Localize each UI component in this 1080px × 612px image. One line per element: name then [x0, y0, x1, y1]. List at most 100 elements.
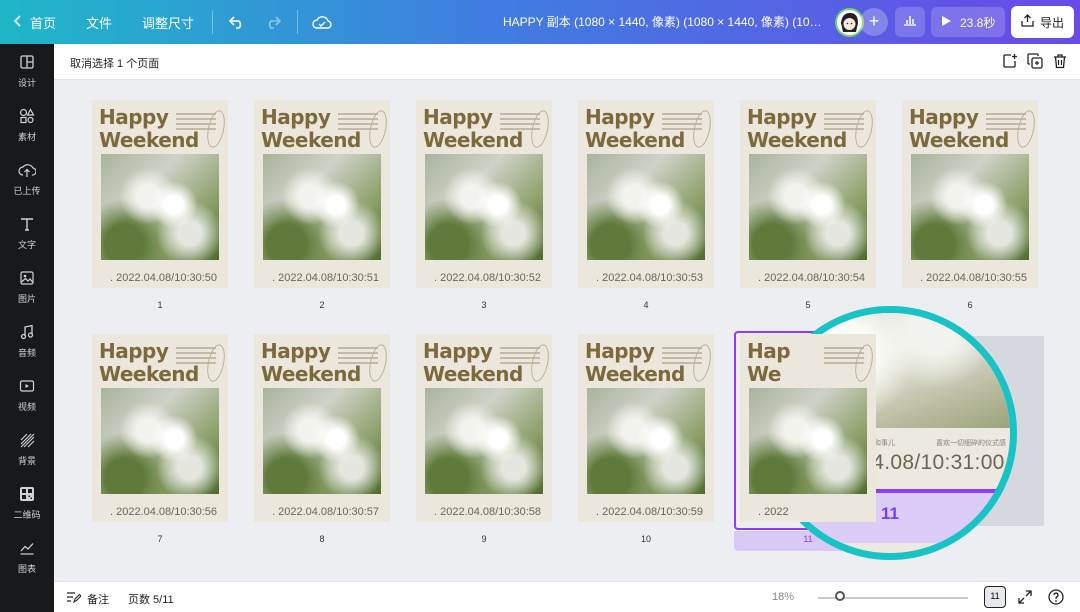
page-preview[interactable]: Happy Weekend. 2022.04.08/10:30:59	[578, 334, 714, 522]
grid-view-button[interactable]: 11	[984, 586, 1006, 608]
left-sidebar: 设计 素材 已上传 文字 图片 音频 视频 背景 二维码 图表	[0, 44, 54, 612]
page-thumbnail[interactable]: Happy Weekend. 2022.04.08/10:30:50 1	[92, 100, 228, 315]
page-preview[interactable]: Happy Weekend. 2022.04.08/10:30:58	[416, 334, 552, 522]
sidebar-item-text[interactable]: 文字	[0, 206, 54, 260]
page-number: 3	[481, 300, 487, 310]
flower-photo	[101, 154, 219, 260]
sidebar-item-label: 图表	[17, 563, 36, 574]
page-number: 7	[157, 534, 163, 544]
video-icon	[19, 378, 35, 396]
sidebar-item-label: 素材	[17, 131, 36, 142]
sidebar-item-label: 图片	[17, 293, 36, 304]
trash-icon[interactable]	[1052, 53, 1070, 71]
help-icon[interactable]	[1048, 589, 1064, 610]
notes-icon[interactable]	[66, 590, 82, 609]
poster-timestamp: . 2022.04.08/10:30:56	[110, 506, 218, 518]
add-collaborator-button[interactable]: +	[860, 8, 888, 36]
page-counter: 页数 5/11	[128, 594, 174, 606]
zoom-level[interactable]: 18%	[772, 591, 794, 603]
page-thumbnail[interactable]: Happy Weekend. 2022.04.08/10:30:57 8	[254, 334, 390, 549]
page-number: 6	[967, 300, 973, 310]
caption-right: 喜欢一切细碎的仪式感	[936, 440, 1006, 447]
poster-timestamp: . 2022.04.08/10:30:57	[272, 506, 380, 518]
sidebar-item-video[interactable]: 视频	[0, 368, 54, 422]
document-title[interactable]: HAPPY 副本 (1080 × 1440, 像素) (1080 × 1440,…	[503, 0, 823, 44]
music-icon	[19, 324, 35, 342]
poster-title: Hap We	[747, 339, 791, 386]
page-preview[interactable]: Happy Weekend. 2022.04.08/10:30:56	[92, 334, 228, 522]
home-button[interactable]: 首页	[0, 0, 68, 44]
undo-icon[interactable]	[219, 0, 255, 44]
share-icon	[1021, 14, 1034, 30]
add-page-icon[interactable]	[1002, 53, 1020, 71]
sidebar-item-uploads[interactable]: 已上传	[0, 152, 54, 206]
flower-photo	[587, 388, 705, 494]
poster-timestamp: . 2022.04.08/10:30:54	[758, 272, 866, 284]
sidebar-item-label: 背景	[17, 455, 36, 466]
sidebar-item-photos[interactable]: 图片	[0, 260, 54, 314]
flower-photo	[425, 388, 543, 494]
poster-timestamp: . 2022.04.08/10:30:59	[596, 506, 704, 518]
page-number: 1	[157, 300, 163, 310]
page-preview[interactable]: Happy Weekend. 2022.04.08/10:30:54	[740, 100, 876, 288]
text-icon	[19, 216, 35, 234]
sidebar-item-label: 文字	[17, 239, 36, 250]
page-preview[interactable]: Happy Weekend. 2022.04.08/10:30:50	[92, 100, 228, 288]
page-thumbnail[interactable]: Happy Weekend. 2022.04.08/10:30:55 6	[902, 100, 1038, 315]
sidebar-item-label: 音频	[17, 347, 36, 358]
fullscreen-icon[interactable]	[1018, 590, 1032, 609]
flower-photo	[263, 388, 381, 494]
page-thumbnail[interactable]: Happy Weekend. 2022.04.08/10:30:52 3	[416, 100, 552, 315]
flower-photo	[587, 154, 705, 260]
page-number: 8	[319, 534, 325, 544]
poster-title-line1: Hap	[747, 339, 791, 363]
sidebar-item-audio[interactable]: 音频	[0, 314, 54, 368]
redo-icon[interactable]	[255, 0, 291, 44]
resize-menu[interactable]: 调整尺寸	[124, 0, 206, 44]
page-thumbnail[interactable]: Happy Weekend. 2022.04.08/10:30:51 2	[254, 100, 390, 315]
flower-photo	[263, 154, 381, 260]
page-preview[interactable]: Happy Weekend. 2022.04.08/10:30:57	[254, 334, 390, 522]
deselect-pages-button[interactable]: 取消选择 1 个页面	[70, 55, 159, 71]
page-preview[interactable]: Happy Weekend. 2022.04.08/10:30:52	[416, 100, 552, 288]
sidebar-item-label: 视频	[17, 401, 36, 412]
page-number: 5	[805, 300, 811, 310]
sidebar-item-label: 已上传	[13, 185, 41, 196]
page-thumbnail[interactable]: Happy Weekend. 2022.04.08/10:30:54 5	[740, 100, 876, 315]
image-icon	[19, 270, 35, 288]
sidebar-item-label: 二维码	[13, 509, 41, 520]
flower-photo	[425, 154, 543, 260]
cloud-saved-icon[interactable]	[304, 0, 340, 44]
poster-title-line2: We	[747, 362, 781, 386]
page-thumbnail[interactable]: Happy Weekend. 2022.04.08/10:30:58 9	[416, 334, 552, 549]
notes-button[interactable]: 备注	[87, 591, 109, 607]
duration-label: 23.8秒	[960, 15, 996, 30]
page-thumbnail[interactable]: Hap We . 2022 11	[740, 334, 876, 549]
page-preview[interactable]: Happy Weekend. 2022.04.08/10:30:53	[578, 100, 714, 288]
sidebar-item-label: 设计	[17, 77, 36, 88]
duplicate-page-icon[interactable]	[1027, 53, 1045, 71]
page-preview[interactable]: Happy Weekend. 2022.04.08/10:30:51	[254, 100, 390, 288]
insights-button[interactable]	[895, 7, 925, 37]
file-menu[interactable]: 文件	[68, 0, 124, 44]
export-button[interactable]: 导出	[1011, 6, 1074, 38]
page-preview[interactable]: Hap We . 2022	[740, 334, 876, 522]
bottom-bar: 备注 页数 5/11 18% 11	[54, 581, 1080, 612]
page-thumbnail[interactable]: Happy Weekend. 2022.04.08/10:30:56 7	[92, 334, 228, 549]
page-preview[interactable]: Happy Weekend. 2022.04.08/10:30:55	[902, 100, 1038, 288]
poster-timestamp: . 2022.04.08/10:30:58	[434, 506, 542, 518]
top-bar: 首页 文件 调整尺寸 HAPPY 副本 (1080 × 1440, 像素) (1…	[0, 0, 1080, 44]
zoom-slider-handle[interactable]	[835, 591, 845, 601]
sidebar-item-charts[interactable]: 图表	[0, 530, 54, 584]
chevron-left-icon	[13, 14, 22, 30]
page-thumbnail[interactable]: Happy Weekend. 2022.04.08/10:30:53 4	[578, 100, 714, 315]
sidebar-item-design[interactable]: 设计	[0, 44, 54, 98]
export-label: 导出	[1039, 15, 1064, 30]
selection-header: 取消选择 1 个页面	[54, 44, 1080, 80]
present-button[interactable]: 23.8秒	[931, 7, 1005, 37]
sidebar-item-qrcode[interactable]: 二维码	[0, 476, 54, 530]
sidebar-item-elements[interactable]: 素材	[0, 98, 54, 152]
sidebar-item-background[interactable]: 背景	[0, 422, 54, 476]
page-thumbnail[interactable]: Happy Weekend. 2022.04.08/10:30:59 10	[578, 334, 714, 549]
page-number: 11	[803, 534, 813, 544]
